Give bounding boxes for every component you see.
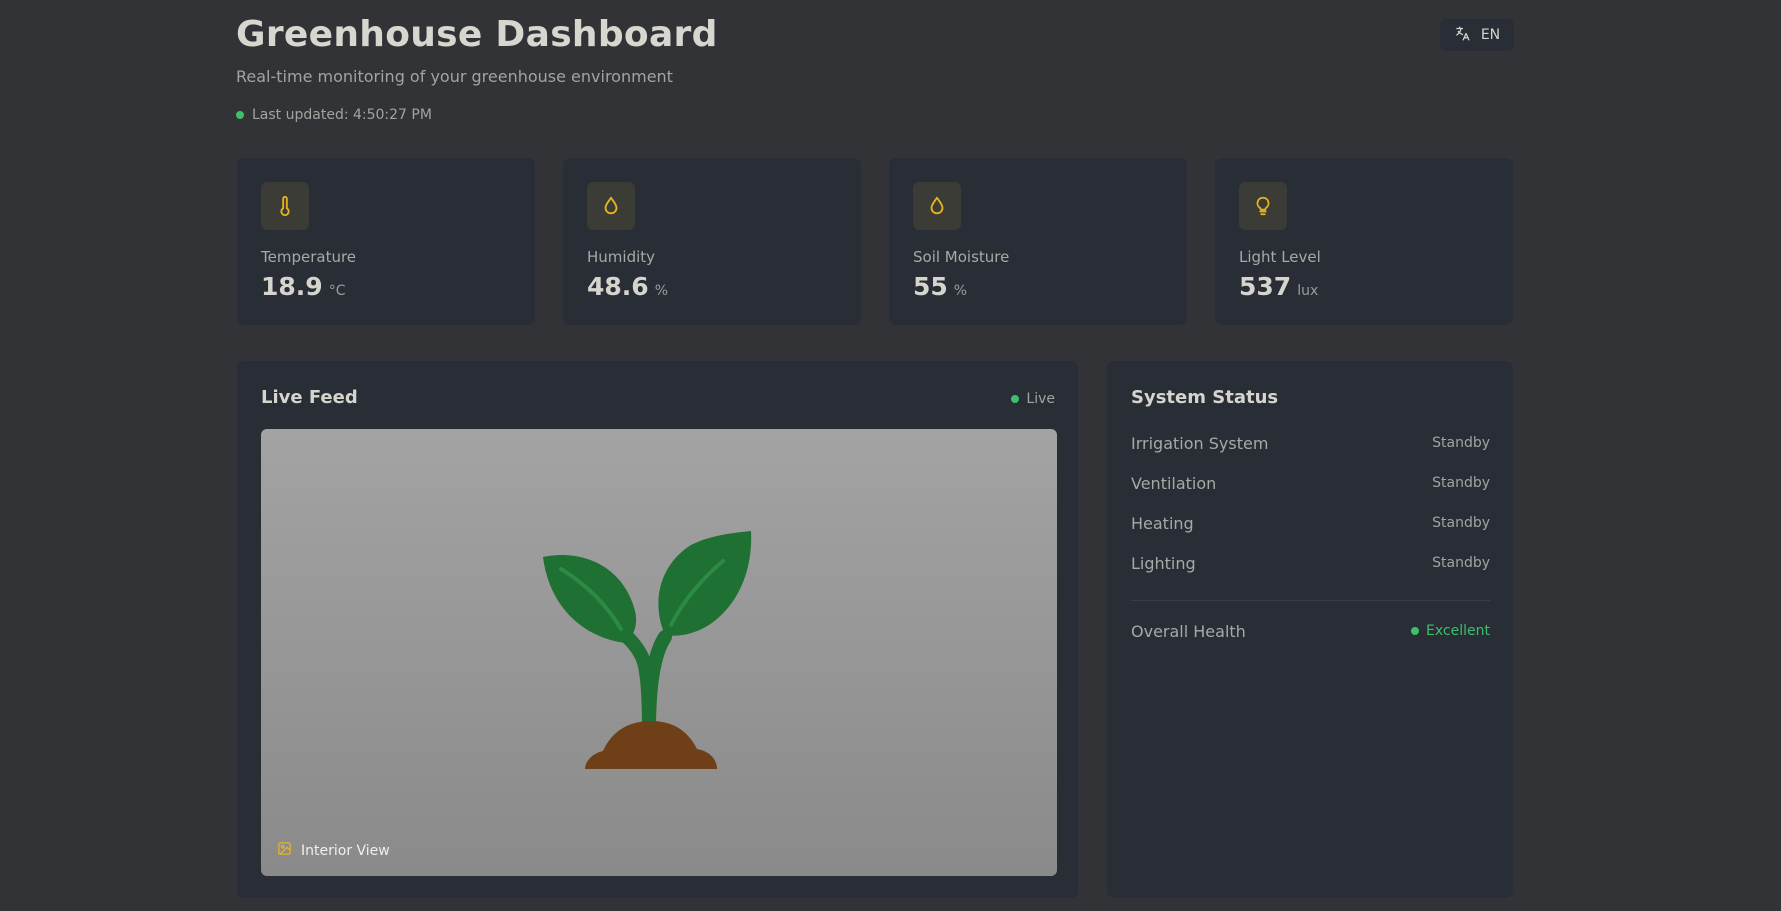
live-feed-title: Live Feed bbox=[261, 387, 358, 408]
status-row-lighting: Lighting Standby bbox=[1131, 543, 1490, 583]
status-value: Standby bbox=[1432, 515, 1490, 531]
image-icon bbox=[277, 841, 292, 860]
metric-number: 55 bbox=[913, 272, 948, 301]
live-indicator: Live bbox=[1011, 391, 1055, 407]
metric-value: 55 % bbox=[913, 272, 967, 301]
status-name: Lighting bbox=[1131, 553, 1196, 573]
droplet-icon bbox=[587, 182, 635, 230]
feed-caption-text: Interior View bbox=[301, 842, 390, 859]
status-value: Standby bbox=[1432, 435, 1490, 451]
droplet-icon bbox=[913, 182, 961, 230]
last-updated-text: Last updated: 4:50:27 PM bbox=[252, 107, 432, 123]
overall-health-label: Overall Health bbox=[1131, 621, 1246, 641]
live-feed-panel: Live Feed Live Interior View bbox=[236, 360, 1079, 899]
status-name: Heating bbox=[1131, 513, 1194, 533]
dashboard-page: Greenhouse Dashboard Real-time monitorin… bbox=[236, 0, 1514, 911]
metric-card-light-level: Light Level 537 lux bbox=[1214, 157, 1514, 326]
metric-value: 48.6 % bbox=[587, 272, 668, 301]
lightbulb-icon bbox=[1239, 182, 1287, 230]
live-dot bbox=[1011, 395, 1020, 403]
metric-label: Temperature bbox=[261, 248, 357, 266]
metric-number: 48.6 bbox=[587, 272, 649, 301]
metric-label: Light Level bbox=[1239, 248, 1321, 266]
status-divider bbox=[1131, 600, 1490, 601]
metric-number: 18.9 bbox=[261, 272, 323, 301]
status-value: Standby bbox=[1432, 555, 1490, 571]
system-status-title: System Status bbox=[1131, 387, 1279, 408]
language-label: EN bbox=[1480, 27, 1501, 43]
metric-unit: lux bbox=[1297, 283, 1319, 299]
metric-label: Humidity bbox=[587, 248, 656, 266]
status-value: Standby bbox=[1432, 475, 1490, 491]
language-button[interactable]: EN bbox=[1440, 19, 1514, 51]
metric-value: 18.9 °C bbox=[261, 272, 345, 301]
system-status-panel: System Status Irrigation System Standby … bbox=[1106, 360, 1514, 899]
system-status-list: Irrigation System Standby Ventilation St… bbox=[1131, 423, 1490, 651]
metric-unit: % bbox=[654, 283, 668, 299]
metric-card-humidity: Humidity 48.6 % bbox=[562, 157, 862, 326]
status-name: Ventilation bbox=[1131, 473, 1217, 493]
status-name: Irrigation System bbox=[1131, 433, 1269, 453]
metric-card-temperature: Temperature 18.9 °C bbox=[236, 157, 536, 326]
page-title: Greenhouse Dashboard bbox=[236, 14, 718, 55]
status-row-heating: Heating Standby bbox=[1131, 503, 1490, 543]
live-label: Live bbox=[1026, 391, 1055, 407]
overall-health-row: Overall Health Excellent bbox=[1131, 611, 1490, 651]
last-updated: Last updated: 4:50:27 PM bbox=[236, 107, 432, 123]
metric-card-soil-moisture: Soil Moisture 55 % bbox=[888, 157, 1188, 326]
metric-unit: °C bbox=[328, 283, 346, 299]
status-dot bbox=[236, 111, 244, 119]
metric-number: 537 bbox=[1239, 272, 1292, 301]
thermometer-icon bbox=[261, 182, 309, 230]
metric-unit: % bbox=[953, 283, 968, 299]
overall-health-value: Excellent bbox=[1411, 623, 1490, 639]
plant-illustration bbox=[543, 531, 752, 769]
page-subtitle: Real-time monitoring of your greenhouse … bbox=[236, 67, 673, 86]
overall-health-text: Excellent bbox=[1426, 623, 1490, 639]
status-row-ventilation: Ventilation Standby bbox=[1131, 463, 1490, 503]
live-feed-view[interactable]: Interior View bbox=[261, 429, 1057, 876]
metric-cards: Temperature 18.9 °C Humidity 48.6 % Soil… bbox=[236, 157, 1514, 326]
translate-icon bbox=[1454, 25, 1471, 46]
feed-caption: Interior View bbox=[277, 841, 390, 860]
metric-value: 537 lux bbox=[1239, 272, 1318, 301]
status-row-irrigation: Irrigation System Standby bbox=[1131, 423, 1490, 463]
metric-label: Soil Moisture bbox=[913, 248, 1010, 266]
health-dot bbox=[1411, 627, 1420, 635]
